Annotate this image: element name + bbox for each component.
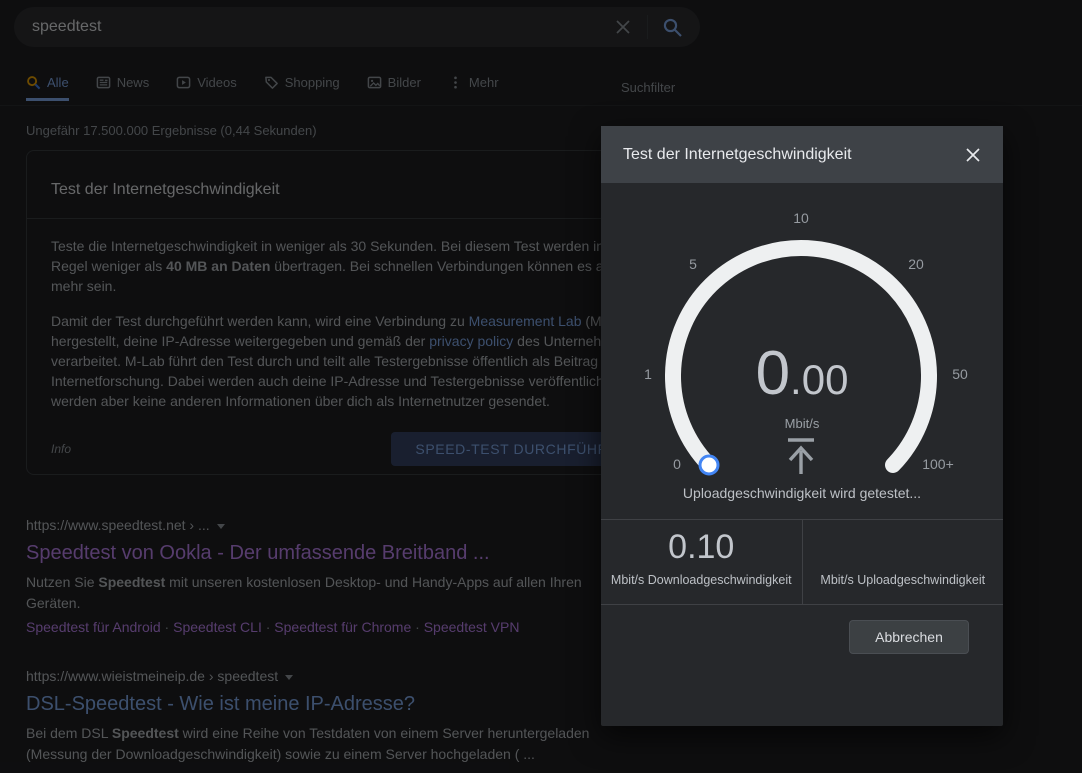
gauge-unit: Mbit/s [784, 416, 820, 431]
gauge-area: 0 1 5 10 20 50 100+ 0 .00 Mbit/s Uploadg… [601, 183, 1003, 519]
gauge-tick: 5 [689, 256, 697, 272]
upload-label: Mbit/s Uploadgeschwindigkeit [820, 573, 986, 587]
dialog-title: Test der Internetgeschwindigkeit [623, 145, 852, 163]
gauge-tick: 50 [952, 366, 968, 382]
close-icon [966, 147, 980, 162]
upload-result-cell: Mbit/s Uploadgeschwindigkeit [803, 520, 1004, 604]
gauge-value-frac: .00 [790, 356, 849, 403]
speed-results-row: 0.10 Mbit/s Downloadgeschwindigkeit Mbit… [601, 519, 1003, 605]
gauge-tick: 0 [673, 456, 681, 472]
dialog-close-button[interactable] [959, 141, 987, 169]
dialog-header: Test der Internetgeschwindigkeit [601, 126, 1003, 183]
upload-arrow-icon [788, 438, 814, 474]
speedtest-dialog: Test der Internetgeschwindigkeit 0 1 5 1… [601, 126, 1003, 726]
gauge-tick: 1 [644, 366, 652, 382]
gauge-value-int: 0 [755, 339, 791, 408]
gauge-knob [698, 454, 720, 476]
gauge-tick: 10 [793, 210, 809, 226]
gauge-status: Uploadgeschwindigkeit wird getestet... [682, 485, 922, 501]
download-label: Mbit/s Downloadgeschwindigkeit [610, 573, 792, 587]
gauge-tick: 20 [908, 256, 924, 272]
gauge-tick: 100+ [922, 456, 954, 472]
gauge-value: 0 .00 [756, 343, 849, 405]
download-value: 0.10 [668, 528, 735, 566]
cancel-button[interactable]: Abbrechen [849, 620, 969, 654]
download-result-cell: 0.10 Mbit/s Downloadgeschwindigkeit [601, 520, 803, 604]
